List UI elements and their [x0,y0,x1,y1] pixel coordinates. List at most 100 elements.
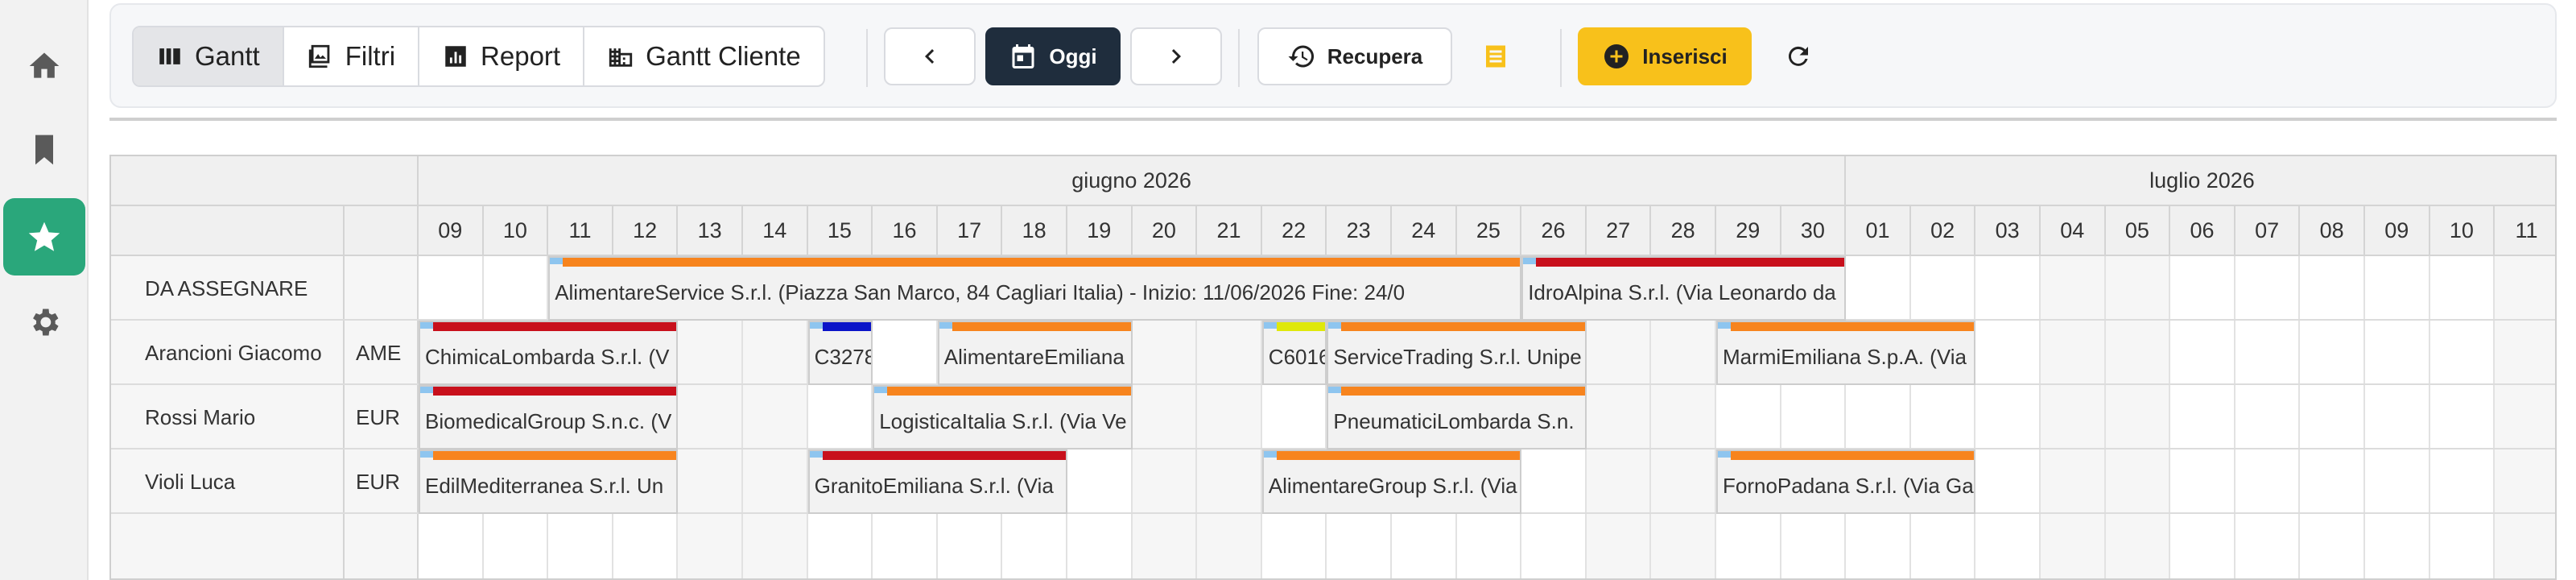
day-column [1975,255,2041,578]
day-header: 03 [1975,206,2041,256]
header-code-column [345,206,419,256]
list-button[interactable] [1473,27,1518,85]
task-start-marker [1718,322,1731,329]
task-label: AlimentareEmiliana [943,345,1125,369]
day-column [2495,255,2555,578]
gantt-task-bar[interactable]: LogisticaItalia S.r.l. (Via Ve [873,385,1133,450]
view-switcher: Gantt Filtri Report Gantt Cliente [132,26,825,87]
day-header: 21 [1197,206,1262,256]
task-label: AlimentareService S.r.l. (Piazza San Mar… [555,280,1406,304]
header-name-column [111,206,345,256]
gantt-task-bar[interactable]: EdilMediterranea S.r.l. Un [419,450,679,514]
gantt-task-bar[interactable]: PneumaticiLombarda S.n. [1327,385,1587,450]
day-header: 30 [1781,206,1847,256]
favorites-button[interactable] [3,198,85,276]
gantt-task-bar[interactable]: MarmiEmiliana S.p.A. (Via [1716,321,1976,385]
day-header: 12 [613,206,679,256]
header-corner [111,156,419,206]
day-column [2365,255,2430,578]
task-status-strip [822,451,1066,460]
gantt-task-bar[interactable]: FornoPadana S.r.l. (Via Ga [1716,450,1976,514]
resource-code: AME [345,321,419,385]
task-status-strip [887,387,1131,396]
previous-button[interactable] [884,27,976,85]
gantt-task-bar[interactable]: AlimentareEmiliana [937,321,1133,385]
gantt-task-bar[interactable]: GranitoEmiliana S.r.l. (Via [807,450,1067,514]
tab-report[interactable]: Report [419,27,585,85]
day-header: 28 [1651,206,1716,256]
day-header: 20 [1132,206,1198,256]
settings-button[interactable] [3,284,85,361]
tab-report-label: Report [481,41,561,71]
gantt-task-bar[interactable]: AlimentareGroup S.r.l. (Via [1261,450,1522,514]
gantt-task-bar[interactable]: AlimentareService S.r.l. (Piazza San Mar… [548,256,1522,321]
resource-name: Violi Luca [111,450,345,514]
day-header: 26 [1521,206,1587,256]
today-label: Oggi [1049,44,1097,68]
day-header: 10 [2429,206,2496,256]
day-header: 01 [1846,206,1911,256]
task-label: GranitoEmiliana S.r.l. (Via [814,474,1054,498]
gear-icon [33,309,59,336]
insert-button[interactable]: Inserisci [1578,27,1752,85]
home-button[interactable] [3,27,85,105]
day-header: 22 [1261,206,1327,256]
day-header: 16 [873,206,938,256]
task-label: MarmiEmiliana S.p.A. (Via [1723,345,1967,369]
gantt-task-bar[interactable]: ChimicaLombarda S.r.l. (V [419,321,679,385]
day-header: 07 [2235,206,2301,256]
task-start-marker [550,258,564,264]
side-navigation [0,0,89,580]
task-label: AlimentareGroup S.r.l. (Via [1268,474,1517,498]
task-status-strip [1276,322,1326,331]
day-header: 04 [2041,206,2106,256]
task-label: PneumaticiLombarda S.n. [1333,409,1575,433]
separator [1560,29,1562,87]
day-header: 18 [1002,206,1067,256]
tab-gantt[interactable]: Gantt [134,27,284,85]
gantt-task-bar[interactable]: BiomedicalGroup S.n.c. (V [419,385,679,450]
gantt-chart: giugno 2026 luglio 2026 09 10 11 12 13 14 15 16 17… [109,155,2557,580]
calendar-icon [1012,44,1034,68]
bookmark-button[interactable] [3,111,85,188]
gantt-task-bar[interactable]: C3278 [807,321,873,385]
image-filter-icon [308,44,330,68]
resource-code [345,256,419,321]
tab-gantt-cliente-label: Gantt Cliente [646,41,801,71]
resource-name: DA ASSEGNARE [111,256,345,321]
task-start-marker [420,322,433,329]
resource-code: EUR [345,450,419,514]
refresh-icon [1788,46,1808,66]
task-label: EdilMediterranea S.r.l. Un [425,474,664,498]
task-status-strip [822,322,872,331]
gantt-task-bar[interactable]: IdroAlpina S.r.l. (Via Leonardo da [1521,256,1847,321]
task-start-marker [420,451,433,458]
day-header: 24 [1392,206,1457,256]
recover-button[interactable]: Recupera [1257,27,1452,85]
tab-filtri[interactable]: Filtri [284,27,420,85]
task-status-strip [1276,451,1521,460]
plus-circle-icon [1604,44,1629,68]
day-column [2235,255,2301,578]
task-status-strip [1731,322,1975,331]
gantt-task-bar[interactable]: C6016 [1261,321,1327,385]
task-status-strip [1341,387,1585,396]
gantt-task-bar[interactable]: ServiceTrading S.r.l. Unipe [1327,321,1587,385]
refresh-button[interactable] [1774,27,1823,85]
day-column [2300,255,2365,578]
task-status-strip [433,387,677,396]
task-label: FornoPadana S.r.l. (Via Ga [1723,474,1974,498]
resource-code: EUR [345,385,419,450]
task-status-strip [1341,322,1585,331]
empty-row [111,514,345,578]
today-button[interactable]: Oggi [985,27,1121,85]
day-header: 25 [1456,206,1522,256]
tab-gantt-label: Gantt [195,41,260,71]
task-start-marker [1263,451,1277,458]
day-header: 29 [1716,206,1781,256]
tab-gantt-cliente[interactable]: Gantt Cliente [584,27,824,85]
day-header: 13 [678,206,743,256]
task-start-marker [1523,258,1537,264]
next-button[interactable] [1130,27,1222,85]
task-start-marker [1328,387,1342,393]
